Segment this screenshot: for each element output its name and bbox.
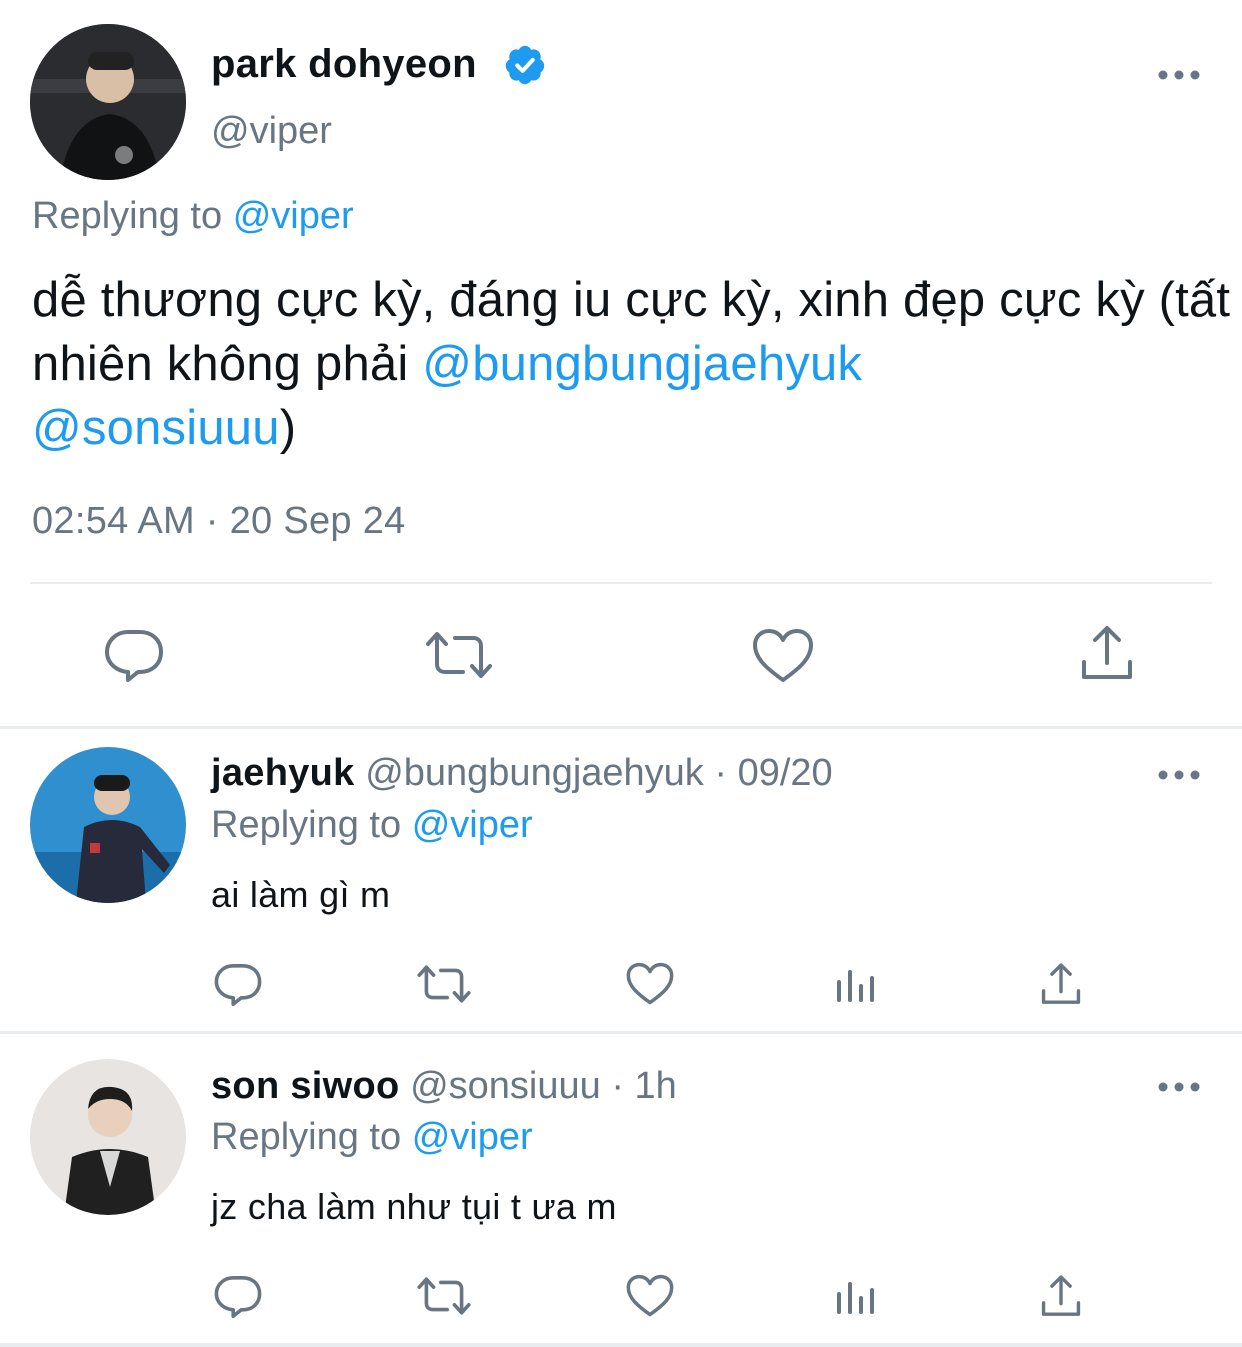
tweet-text: dễ thương cực kỳ, đáng iu cực kỳ, xinh đ… xyxy=(32,268,1232,460)
verified-badge-icon xyxy=(503,43,547,87)
avatar[interactable] xyxy=(30,1059,186,1215)
reply-header: son siwoo @sonsiuuu · 1h xyxy=(211,1065,677,1108)
divider xyxy=(0,726,1242,729)
mention-link[interactable]: @sonsiuuu xyxy=(32,401,280,455)
views-bar-chart-icon[interactable] xyxy=(836,964,876,1004)
user-handle[interactable]: @sonsiuuu xyxy=(410,1065,601,1107)
replying-prefix: Replying to xyxy=(211,804,402,846)
avatar-photo xyxy=(30,1059,186,1215)
avatar-photo xyxy=(30,24,186,180)
share-upload-icon[interactable] xyxy=(1040,1274,1082,1318)
user-handle[interactable]: @bungbungjaehyuk xyxy=(365,752,704,794)
replying-to-link[interactable]: @viper xyxy=(412,1116,533,1158)
display-name[interactable]: jaehyuk xyxy=(211,752,355,794)
replying-prefix: Replying to xyxy=(211,1116,402,1158)
retweet-icon[interactable] xyxy=(424,630,494,680)
replying-to: Replying to @viper xyxy=(211,804,533,847)
share-upload-icon[interactable] xyxy=(1040,962,1082,1006)
display-name[interactable]: park dohyeon xyxy=(211,42,477,87)
avatar[interactable] xyxy=(30,24,186,180)
reply-bubble-icon[interactable] xyxy=(104,628,164,684)
retweet-icon[interactable] xyxy=(416,964,472,1004)
tweet-text: jz cha làm như tụi t ưa m xyxy=(211,1186,617,1227)
tweet-text-end: ) xyxy=(279,401,297,455)
reply-header: jaehyuk @bungbungjaehyuk · 09/20 xyxy=(211,752,833,795)
replying-prefix: Replying to xyxy=(32,195,223,237)
reply-bubble-icon[interactable] xyxy=(214,1274,262,1320)
replying-to-link[interactable]: @viper xyxy=(412,804,533,846)
replying-to: Replying to @viper xyxy=(32,195,354,238)
tweet-text: ai làm gì m xyxy=(211,874,391,915)
mention-link[interactable]: @bungbungjaehyuk xyxy=(422,337,862,391)
user-handle[interactable]: @viper xyxy=(211,110,332,153)
share-upload-icon[interactable] xyxy=(1080,624,1134,682)
heart-icon[interactable] xyxy=(626,962,674,1006)
divider xyxy=(0,1343,1242,1347)
divider xyxy=(0,1031,1242,1034)
more-horizontal-icon[interactable] xyxy=(1157,1072,1201,1102)
more-horizontal-icon[interactable] xyxy=(1157,760,1201,790)
reply-time[interactable]: · 09/20 xyxy=(714,752,832,794)
reply-bubble-icon[interactable] xyxy=(214,962,262,1008)
tweet-timestamp[interactable]: 02:54 AM · 20 Sep 24 xyxy=(32,500,406,543)
more-horizontal-icon[interactable] xyxy=(1157,60,1201,90)
reply-time[interactable]: · 1h xyxy=(611,1065,676,1107)
heart-icon[interactable] xyxy=(626,1274,674,1318)
avatar-photo xyxy=(30,747,186,903)
display-name[interactable]: son siwoo xyxy=(211,1065,400,1107)
retweet-icon[interactable] xyxy=(416,1276,472,1316)
replying-to-link[interactable]: @viper xyxy=(233,195,354,237)
replying-to: Replying to @viper xyxy=(211,1116,533,1159)
heart-icon[interactable] xyxy=(752,628,814,684)
avatar[interactable] xyxy=(30,747,186,903)
divider xyxy=(30,582,1212,584)
views-bar-chart-icon[interactable] xyxy=(836,1276,876,1316)
